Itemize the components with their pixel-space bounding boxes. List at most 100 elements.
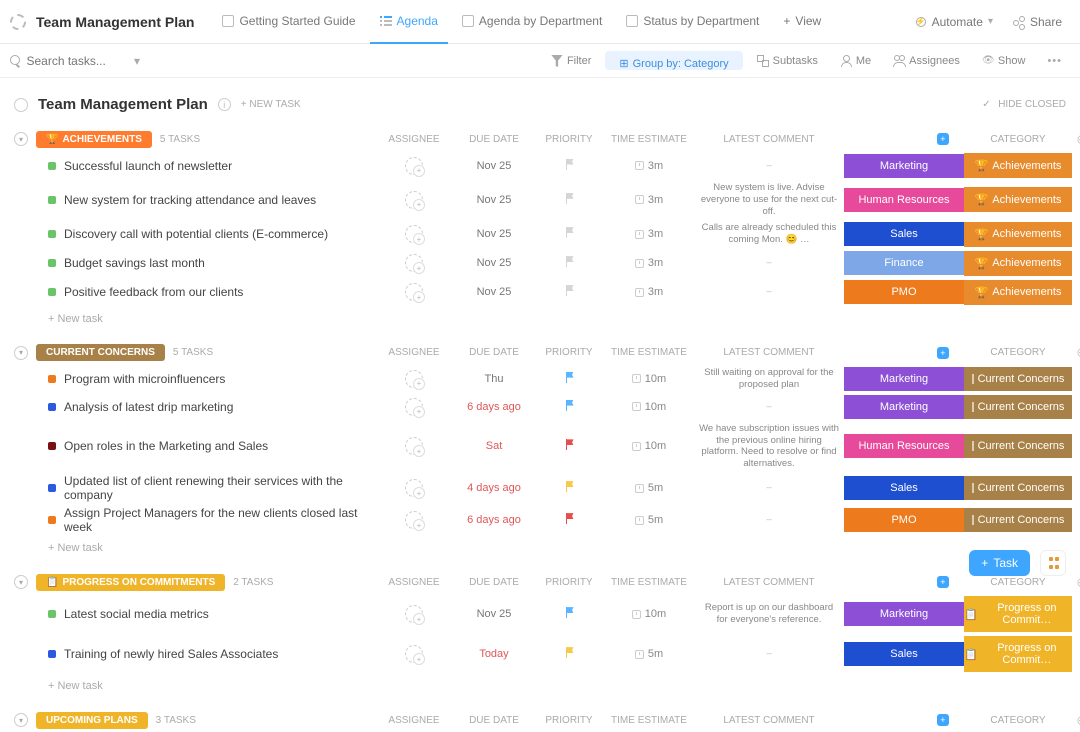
assignee-cell[interactable] [374, 511, 454, 529]
due-date-cell[interactable]: Nov 25 [454, 286, 534, 298]
department-badge[interactable]: PMO [844, 280, 964, 304]
col-category[interactable]: CATEGORY [964, 715, 1072, 726]
col-department[interactable]: DEPARTMENT+ [844, 570, 964, 594]
group-pill[interactable]: 🏆Achievements [36, 131, 152, 148]
subtasks-button[interactable]: Subtasks [749, 52, 826, 70]
department-badge[interactable]: Finance [844, 251, 964, 275]
priority-cell[interactable] [534, 193, 604, 207]
estimate-cell[interactable]: 3m [604, 160, 694, 172]
add-column-button[interactable]: ⊕ [1072, 131, 1080, 148]
task-row[interactable]: Positive feedback from our clients Nov 2… [14, 278, 1066, 307]
status-square-icon[interactable] [48, 484, 56, 492]
assignee-cell[interactable] [374, 479, 454, 497]
tab-status-dept[interactable]: Status by Department [616, 0, 769, 44]
group-pill[interactable]: 📋Progress on Commitments [36, 574, 225, 591]
assignee-cell[interactable] [374, 398, 454, 416]
category-badge[interactable]: 🏆Achievements [964, 222, 1072, 247]
task-row[interactable]: Assign Project Managers for the new clie… [14, 504, 1066, 536]
task-row[interactable]: Open roles in the Marketing and Sales Sa… [14, 421, 1066, 473]
new-task-row[interactable]: + New task [14, 674, 1066, 702]
due-date-cell[interactable]: 6 days ago [454, 514, 534, 526]
status-square-icon[interactable] [48, 288, 56, 296]
comment-cell[interactable]: – [694, 648, 844, 660]
col-estimate[interactable]: TIME ESTIMATE [604, 577, 694, 588]
tab-agenda[interactable]: Agenda [370, 0, 448, 44]
department-badge[interactable]: Sales [844, 222, 964, 246]
priority-cell[interactable] [534, 285, 604, 299]
col-estimate[interactable]: TIME ESTIMATE [604, 134, 694, 145]
category-badge[interactable]: 🏆Achievements [964, 280, 1072, 305]
tab-add-view[interactable]: +View [773, 0, 831, 44]
assignee-cell[interactable] [374, 370, 454, 388]
priority-cell[interactable] [534, 439, 604, 453]
department-badge[interactable]: Sales [844, 476, 964, 500]
col-department[interactable]: DEPARTMENT+ [844, 127, 964, 151]
comment-cell[interactable]: – [694, 401, 844, 413]
priority-cell[interactable] [534, 481, 604, 495]
col-due[interactable]: DUE DATE [454, 134, 534, 145]
due-date-cell[interactable]: Thu [454, 373, 534, 385]
department-badge[interactable]: Marketing [844, 367, 964, 391]
department-badge[interactable]: Marketing [844, 154, 964, 178]
category-badge[interactable]: 📋Progress on Commit… [964, 596, 1072, 632]
search-input[interactable] [26, 54, 140, 68]
category-badge[interactable]: Current Concerns [964, 476, 1072, 500]
me-button[interactable]: Me [832, 52, 879, 70]
comment-cell[interactable]: New system is live. Advise everyone to u… [694, 182, 844, 218]
status-square-icon[interactable] [48, 162, 56, 170]
department-badge[interactable]: Human Resources [844, 434, 964, 458]
due-date-cell[interactable]: Nov 25 [454, 160, 534, 172]
col-due[interactable]: DUE DATE [454, 715, 534, 726]
col-assignee[interactable]: ASSIGNEE [374, 134, 454, 145]
department-badge[interactable]: Marketing [844, 395, 964, 419]
col-category[interactable]: CATEGORY [964, 577, 1072, 588]
category-badge[interactable]: Current Concerns [964, 395, 1072, 419]
comment-cell[interactable]: – [694, 257, 844, 269]
estimate-cell[interactable]: 5m [604, 482, 694, 494]
apps-button[interactable] [1040, 550, 1066, 576]
assignees-button[interactable]: Assignees [885, 52, 968, 70]
due-date-cell[interactable]: Nov 25 [454, 608, 534, 620]
add-column-button[interactable]: ⊕ [1072, 712, 1080, 729]
tab-getting-started[interactable]: Getting Started Guide [212, 0, 365, 44]
priority-cell[interactable] [534, 227, 604, 241]
group-pill[interactable]: Upcoming Plans [36, 712, 148, 729]
task-row[interactable]: New system for tracking attendance and l… [14, 180, 1066, 220]
task-row[interactable]: Successful launch of newsletter Nov 25 3… [14, 151, 1066, 180]
share-button[interactable]: Share [1005, 11, 1070, 33]
col-category[interactable]: CATEGORY [964, 134, 1072, 145]
category-badge[interactable]: 🏆Achievements [964, 251, 1072, 276]
col-priority[interactable]: PRIORITY [534, 347, 604, 358]
comment-cell[interactable]: Still waiting on approval for the propos… [694, 367, 844, 391]
task-row[interactable]: Analysis of latest drip marketing 6 days… [14, 393, 1066, 421]
new-task-row[interactable]: + New task [14, 536, 1066, 564]
category-badge[interactable]: Current Concerns [964, 508, 1072, 532]
filter-button[interactable]: Filter [543, 52, 599, 70]
status-square-icon[interactable] [48, 196, 56, 204]
department-badge[interactable]: Sales [844, 642, 964, 666]
collapse-icon[interactable]: ▾ [14, 575, 28, 589]
department-badge[interactable]: PMO [844, 508, 964, 532]
assignee-cell[interactable] [374, 191, 454, 209]
status-square-icon[interactable] [48, 230, 56, 238]
automate-button[interactable]: Automate▾ [907, 11, 1001, 33]
assignee-cell[interactable] [374, 283, 454, 301]
group-by-button[interactable]: ⊞Group by: Category [605, 51, 742, 70]
comment-cell[interactable]: Report is up on our dashboard for everyo… [694, 602, 844, 626]
due-date-cell[interactable]: 4 days ago [454, 482, 534, 494]
category-badge[interactable]: 🏆Achievements [964, 187, 1072, 212]
col-assignee[interactable]: ASSIGNEE [374, 577, 454, 588]
priority-cell[interactable] [534, 647, 604, 661]
priority-cell[interactable] [534, 400, 604, 414]
col-comment[interactable]: LATEST COMMENT [694, 577, 844, 588]
department-badge[interactable]: Marketing [844, 602, 964, 626]
task-row[interactable]: Program with microinfluencers Thu 10m St… [14, 365, 1066, 393]
comment-cell[interactable]: – [694, 482, 844, 494]
comment-cell[interactable]: – [694, 286, 844, 298]
col-due[interactable]: DUE DATE [454, 347, 534, 358]
estimate-cell[interactable]: 3m [604, 286, 694, 298]
category-badge[interactable]: 🏆Achievements [964, 153, 1072, 178]
comment-cell[interactable]: – [694, 514, 844, 526]
task-row[interactable]: Updated list of client renewing their se… [14, 472, 1066, 504]
estimate-cell[interactable]: 5m [604, 514, 694, 526]
